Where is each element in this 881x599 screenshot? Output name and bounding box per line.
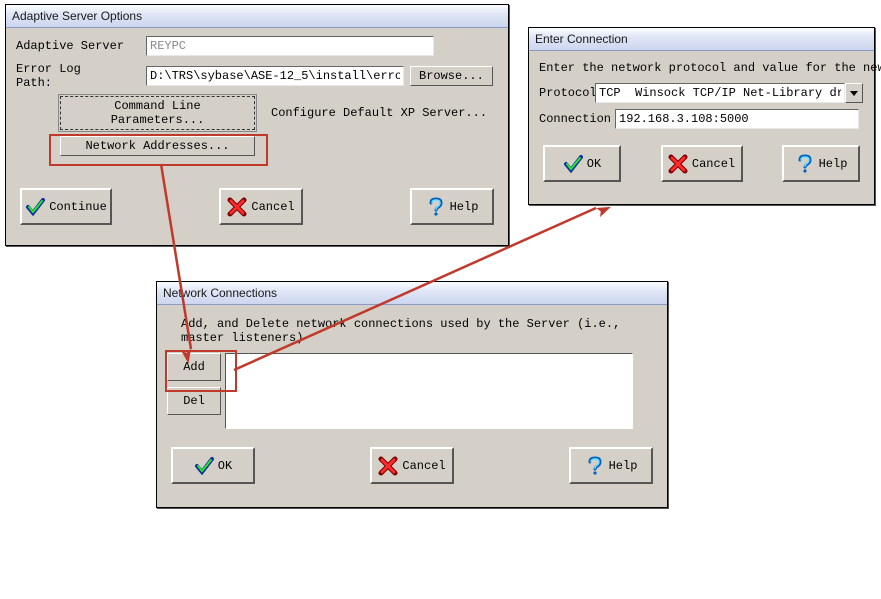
- help-button[interactable]: Help: [569, 447, 653, 484]
- adaptive-server-options-window: Adaptive Server Options Adaptive Server …: [5, 4, 509, 246]
- ok-button[interactable]: OK: [543, 145, 621, 182]
- protocol-label: Protocol: [539, 86, 595, 100]
- cross-icon: [668, 154, 688, 174]
- adaptive-server-field[interactable]: [146, 36, 434, 56]
- connection-label: Connection: [539, 112, 615, 126]
- adaptive-server-label: Adaptive Server: [16, 39, 146, 53]
- protocol-dropdown[interactable]: [595, 83, 845, 103]
- cross-icon: [227, 197, 247, 217]
- cancel-button[interactable]: Cancel: [219, 188, 303, 225]
- network-connections-window: Network Connections Add, and Delete netw…: [156, 281, 668, 508]
- question-icon: [585, 456, 605, 476]
- question-icon: [795, 154, 815, 174]
- check-icon: [563, 154, 583, 174]
- help-button[interactable]: Help: [410, 188, 494, 225]
- cross-icon: [378, 456, 398, 476]
- configure-xp-server-button[interactable]: Configure Default XP Server...: [271, 104, 487, 122]
- title-text: Adaptive Server Options: [12, 9, 142, 23]
- del-button[interactable]: Del: [167, 387, 221, 415]
- command-line-params-button[interactable]: Command Line Parameters...: [60, 96, 255, 130]
- browse-button[interactable]: Browse...: [410, 66, 493, 86]
- enter-conn-description: Enter the network protocol and value for…: [539, 61, 864, 75]
- connections-listbox[interactable]: [225, 353, 633, 429]
- check-icon: [194, 456, 214, 476]
- cancel-button[interactable]: Cancel: [370, 447, 454, 484]
- title-text: Enter Connection: [535, 32, 628, 46]
- window-title: Network Connections: [157, 282, 667, 305]
- window-title: Enter Connection: [529, 28, 874, 51]
- add-button[interactable]: Add: [167, 353, 221, 381]
- continue-button[interactable]: Continue: [20, 188, 112, 225]
- enter-connection-window: Enter Connection Enter the network proto…: [528, 27, 875, 205]
- network-addresses-button[interactable]: Network Addresses...: [60, 136, 255, 156]
- title-text: Network Connections: [163, 286, 277, 300]
- net-conn-description: Add, and Delete network connections used…: [181, 317, 657, 345]
- error-log-field[interactable]: [146, 66, 404, 86]
- help-button[interactable]: Help: [782, 145, 860, 182]
- question-icon: [426, 197, 446, 217]
- window-title: Adaptive Server Options: [6, 5, 508, 28]
- dropdown-arrow-icon[interactable]: [845, 83, 863, 103]
- ok-button[interactable]: OK: [171, 447, 255, 484]
- cancel-button[interactable]: Cancel: [661, 145, 743, 182]
- error-log-label: Error Log Path:: [16, 62, 146, 90]
- check-icon: [25, 197, 45, 217]
- connection-field[interactable]: [615, 109, 859, 129]
